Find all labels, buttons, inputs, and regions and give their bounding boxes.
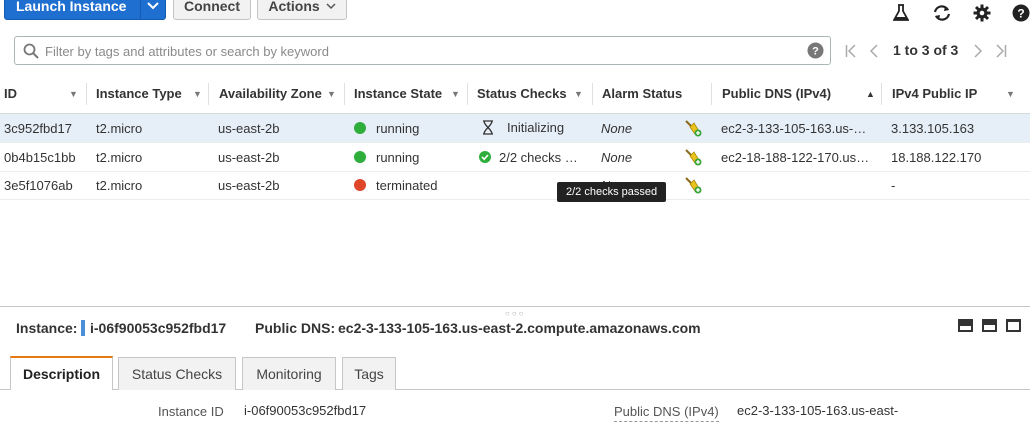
status-terminated-icon xyxy=(354,179,366,191)
status-checks-tooltip: 2/2 checks passed xyxy=(557,182,667,202)
search-placeholder: Filter by tags and attributes or search … xyxy=(45,44,329,59)
instance-id-value: i-06f90053c952fbd17 xyxy=(90,320,227,336)
column-header-status-checks[interactable]: Status Checks xyxy=(477,86,567,101)
drag-handle-icon[interactable]: ○○○ xyxy=(505,309,526,318)
connect-button[interactable]: Connect xyxy=(173,0,251,20)
status-running-icon xyxy=(354,122,366,134)
gear-icon[interactable] xyxy=(971,2,993,24)
public-dns-field-value: ec2-3-133-105-163.us-east- xyxy=(737,403,899,418)
tab-tags[interactable]: Tags xyxy=(342,357,396,390)
last-page-icon[interactable] xyxy=(995,44,1007,61)
sort-caret-icon[interactable]: ▼ xyxy=(69,89,78,99)
refresh-icon[interactable] xyxy=(931,2,953,24)
search-filter-bar[interactable]: Filter by tags and attributes or search … xyxy=(14,36,831,65)
pane-split-icon[interactable] xyxy=(982,319,997,332)
next-page-icon[interactable] xyxy=(973,44,983,61)
tab-monitoring[interactable]: Monitoring xyxy=(242,357,336,390)
prev-page-icon[interactable] xyxy=(869,44,879,61)
instance-id-field-label: Instance ID xyxy=(158,404,224,419)
column-header-alarm-status[interactable]: Alarm Status xyxy=(602,86,682,101)
column-header-availability-zone[interactable]: Availability Zone xyxy=(219,86,322,101)
table-row[interactable]: 0b4b15c1bb t2.micro us-east-2b running 2… xyxy=(0,143,1030,172)
launch-instance-label: Launch Instance xyxy=(16,0,127,14)
sort-caret-icon[interactable]: ▼ xyxy=(451,89,460,99)
instance-color-marker xyxy=(81,320,85,336)
sort-caret-icon[interactable]: ▼ xyxy=(574,89,583,99)
chevron-down-icon xyxy=(326,2,336,9)
column-header-ipv4-public-ip[interactable]: IPv4 Public IP xyxy=(892,86,977,101)
public-dns-value: ec2-3-133-105-163.us-east-2.compute.amaz… xyxy=(338,320,701,336)
first-page-icon[interactable] xyxy=(845,44,857,61)
table-row[interactable]: 3e5f1076ab t2.micro us-east-2b terminate… xyxy=(0,171,1030,200)
pane-maximize-icon[interactable] xyxy=(1006,319,1021,332)
search-icon xyxy=(23,43,39,59)
column-header-id[interactable]: ID xyxy=(4,86,17,101)
tab-description[interactable]: Description xyxy=(10,356,113,390)
svg-text:?: ? xyxy=(812,46,819,58)
sort-caret-icon[interactable]: ▼ xyxy=(193,89,202,99)
instances-table-header: ID ▼ Instance Type ▼ Availability Zone ▼… xyxy=(0,75,1030,114)
add-alarm-icon[interactable] xyxy=(684,148,702,166)
chevron-down-icon xyxy=(147,2,159,10)
column-header-instance-type[interactable]: Instance Type xyxy=(96,86,182,101)
launch-instance-button[interactable]: Launch Instance xyxy=(4,0,166,20)
sort-caret-icon[interactable]: ▼ xyxy=(1006,89,1015,99)
check-circle-icon xyxy=(479,151,491,163)
status-running-icon xyxy=(354,151,366,163)
instance-label: Instance: xyxy=(16,320,78,336)
tab-status-checks[interactable]: Status Checks xyxy=(118,357,236,390)
add-alarm-icon[interactable] xyxy=(684,176,702,194)
help-icon[interactable]: ? xyxy=(1010,2,1032,24)
add-alarm-icon[interactable] xyxy=(684,119,702,137)
flask-icon[interactable] xyxy=(890,2,912,24)
public-dns-field-label[interactable]: Public DNS (IPv4) xyxy=(614,404,719,422)
hourglass-icon xyxy=(483,120,493,135)
pane-splitter[interactable] xyxy=(0,306,1030,307)
column-header-public-dns[interactable]: Public DNS (IPv4) xyxy=(722,86,831,101)
sort-caret-icon[interactable]: ▼ xyxy=(327,89,336,99)
sort-ascending-icon[interactable]: ▲ xyxy=(866,89,875,99)
page-count: 1 to 3 of 3 xyxy=(893,42,959,58)
table-row[interactable]: 3c952fbd17 t2.micro us-east-2b running I… xyxy=(0,114,1030,143)
launch-dropdown-button[interactable] xyxy=(141,2,165,10)
actions-button[interactable]: Actions xyxy=(257,0,347,20)
svg-text:?: ? xyxy=(1017,7,1024,21)
help-icon[interactable]: ? xyxy=(807,42,824,59)
public-dns-label: Public DNS: xyxy=(255,320,336,336)
instance-id-field-value: i-06f90053c952fbd17 xyxy=(244,403,367,418)
pane-bottom-icon[interactable] xyxy=(958,319,973,332)
column-header-instance-state[interactable]: Instance State xyxy=(354,86,442,101)
